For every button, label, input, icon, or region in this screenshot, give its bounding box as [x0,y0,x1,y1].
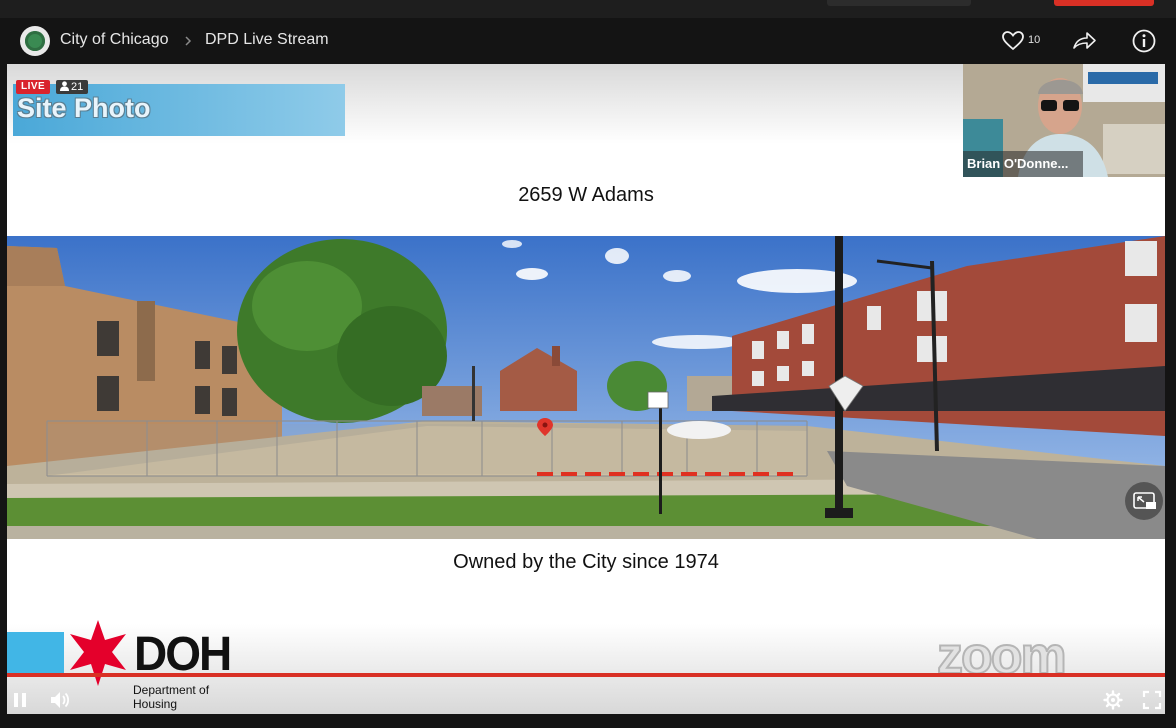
app-window: City of Chicago DPD Live Stream 10 Site … [0,0,1176,728]
doh-subtitle: Department of Housing [133,683,233,711]
picture-in-picture-button[interactable] [1125,482,1163,520]
live-badge: LIVE [16,80,51,94]
doh-subtitle-line2: Housing [133,697,178,711]
info-icon[interactable] [1131,28,1157,54]
slide-address: 2659 W Adams [518,184,654,206]
pause-icon[interactable] [12,691,28,709]
top-strip [0,0,1176,18]
viewer-count-badge: 21 [56,80,89,94]
person-icon [60,81,69,91]
doh-subtitle-line1: Department of [133,683,210,697]
fullscreen-icon[interactable] [1142,690,1162,710]
volume-icon[interactable] [49,689,71,711]
doh-blue-bar [7,632,64,676]
video-player[interactable]: Site Photo LIVE 21 2659 W Adams Owned by… [7,64,1165,714]
header-bar: City of Chicago DPD Live Stream 10 [0,18,1176,64]
playback-progress-bar[interactable] [7,673,1165,677]
banner-title: Site Photo [17,93,151,123]
top-red-button[interactable] [1054,0,1154,6]
like-count: 10 [1028,34,1041,46]
chicago-seal-icon[interactable] [20,26,50,56]
slide-caption: Owned by the City since 1974 [453,551,719,573]
zoom-watermark: zoom [936,626,1068,686]
participant-name: Brian O'Donne... [963,151,1083,177]
top-dark-tab[interactable] [827,0,971,6]
viewer-count: 21 [71,81,84,93]
pip-icon [1133,492,1156,509]
share-icon[interactable] [1071,28,1097,54]
site-photo [7,236,1165,539]
breadcrumb-stream[interactable]: DPD Live Stream [205,31,329,49]
settings-icon[interactable] [1102,689,1124,711]
breadcrumb-org[interactable]: City of Chicago [60,31,169,49]
heart-icon[interactable] [1001,28,1025,54]
participant-video[interactable]: Brian O'Donne... [963,64,1165,177]
chevron-right-icon [185,36,192,46]
